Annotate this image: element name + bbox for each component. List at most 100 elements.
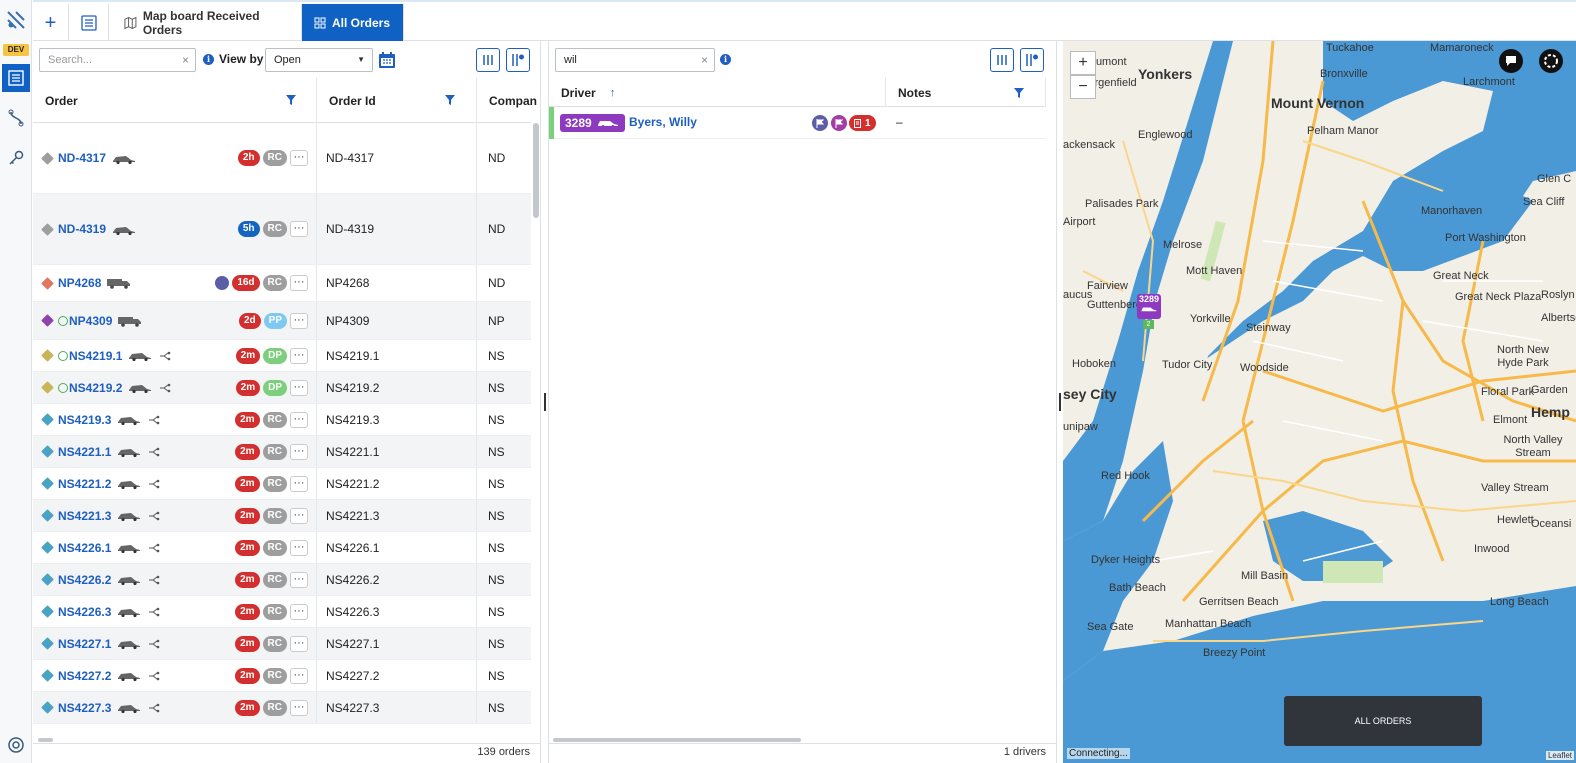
order-link[interactable]: NS4219.2 xyxy=(69,381,122,395)
more-actions-button[interactable]: ··· xyxy=(290,150,308,166)
tab-all-orders[interactable]: All Orders xyxy=(302,4,404,41)
map-place-label: Guttenberg xyxy=(1087,299,1143,311)
table-row[interactable]: NS4219.2 2m DP ··· NS4219.2 NS xyxy=(33,372,531,404)
order-link[interactable]: NS4226.2 xyxy=(58,573,111,587)
key-icon[interactable] xyxy=(4,146,28,170)
columns-button[interactable] xyxy=(476,48,500,72)
map-view[interactable]: Tuckahoe Mamaroneck Dumont Yonkers Bronxvill… xyxy=(1063,41,1576,763)
columns-button[interactable] xyxy=(990,48,1014,72)
driver-name[interactable]: Byers, Willy xyxy=(629,115,697,129)
table-row[interactable]: NS4226.1 2m RC ··· NS4226.1 NS xyxy=(33,532,531,564)
more-actions-button[interactable]: ··· xyxy=(290,667,308,684)
vertical-scrollbar[interactable] xyxy=(533,123,539,218)
table-row[interactable]: NS4221.1 2m RC ··· NS4221.1 NS xyxy=(33,436,531,468)
order-link[interactable]: NS4221.2 xyxy=(58,477,111,491)
order-link[interactable]: NS4227.1 xyxy=(58,637,111,651)
clear-search-icon[interactable]: × xyxy=(182,49,189,71)
add-button[interactable]: + xyxy=(33,4,69,41)
more-actions-button[interactable]: ··· xyxy=(290,635,308,652)
more-actions-button[interactable]: ··· xyxy=(290,699,308,716)
table-row[interactable]: NS4226.3 2m RC ··· NS4226.3 NS xyxy=(33,596,531,628)
more-actions-button[interactable]: ··· xyxy=(290,571,308,588)
more-actions-button[interactable]: ··· xyxy=(290,275,308,291)
order-link[interactable]: NS4221.1 xyxy=(58,445,111,459)
all-orders-button[interactable]: ALL ORDERS xyxy=(1284,696,1482,746)
table-row[interactable]: ND-4317 2h RC ··· ND-4317 ND xyxy=(33,123,531,194)
column-header-notes[interactable]: Notes xyxy=(886,78,1046,107)
table-row[interactable]: NP4268 16d RC ··· NP4268 ND xyxy=(33,265,531,302)
more-actions-button[interactable]: ··· xyxy=(290,539,308,556)
order-link[interactable]: NS4227.3 xyxy=(58,701,111,715)
view-by-select[interactable]: Open ▼ xyxy=(265,48,373,72)
help-lifebuoy-icon[interactable] xyxy=(4,733,28,757)
more-actions-button[interactable]: ··· xyxy=(290,221,308,237)
car-icon xyxy=(118,641,141,649)
table-row[interactable]: NS4227.1 2m RC ··· NS4227.1 NS xyxy=(33,628,531,660)
column-settings-button[interactable] xyxy=(506,48,530,72)
column-header-driver[interactable]: Driver ↑ xyxy=(549,78,886,107)
route-icon[interactable] xyxy=(4,106,28,130)
chat-button[interactable] xyxy=(1499,49,1523,73)
clear-search-icon[interactable]: × xyxy=(701,49,708,71)
table-row[interactable]: NS4227.3 2m RC ··· NS4227.3 NS xyxy=(33,692,531,724)
table-row[interactable]: ND-4319 5h RC ··· ND-4319 ND xyxy=(33,194,531,265)
filter-icon[interactable] xyxy=(1014,88,1024,98)
table-row[interactable]: NS4221.2 2m RC ··· NS4221.2 NS xyxy=(33,468,531,500)
panel-resize-handle[interactable] xyxy=(1059,393,1061,411)
order-link[interactable]: ND-4317 xyxy=(58,151,106,165)
driver-row[interactable]: 3289 Byers, Willy 1 – xyxy=(549,107,1046,139)
more-actions-button[interactable]: ··· xyxy=(290,443,308,460)
order-link[interactable]: NS4219.1 xyxy=(69,349,122,363)
chat-icon xyxy=(1506,56,1516,66)
tab-map-board-received-orders[interactable]: Map board Received Orders xyxy=(112,4,302,41)
more-actions-button[interactable]: ··· xyxy=(290,312,308,329)
more-actions-button[interactable]: ··· xyxy=(290,411,308,428)
table-row[interactable]: NS4226.2 2m RC ··· NS4226.2 NS xyxy=(33,564,531,596)
more-actions-button[interactable]: ··· xyxy=(290,347,308,364)
order-link[interactable]: NP4268 xyxy=(58,276,101,290)
table-row[interactable]: NS4219.1 2m DP ··· NS4219.1 NS xyxy=(33,340,531,372)
order-cell: NS4221.2 2m RC ··· xyxy=(33,468,317,499)
column-header-order-id[interactable]: Order Id xyxy=(317,78,477,123)
horizontal-scrollbar[interactable] xyxy=(553,738,801,742)
info-icon[interactable]: i xyxy=(720,54,731,65)
orders-list-icon[interactable] xyxy=(2,64,30,92)
column-settings-button[interactable] xyxy=(1020,48,1044,72)
calendar-button[interactable] xyxy=(375,48,399,72)
more-actions-button[interactable]: ··· xyxy=(290,603,308,620)
more-actions-button[interactable]: ··· xyxy=(290,507,308,524)
app-logo-icon[interactable] xyxy=(4,8,28,32)
more-actions-button[interactable]: ··· xyxy=(290,475,308,492)
table-row[interactable]: NP4309 2d PP ··· NP4309 NP xyxy=(33,302,531,340)
table-row[interactable]: NS4219.3 2m RC ··· NS4219.3 NS xyxy=(33,404,531,436)
driver-status-strip xyxy=(549,107,554,139)
settings-button[interactable] xyxy=(1539,49,1563,73)
status-badge: RC xyxy=(262,571,287,588)
zoom-in-button[interactable]: + xyxy=(1070,51,1096,75)
horizontal-scrollbar[interactable] xyxy=(38,738,53,742)
order-link[interactable]: NS4226.3 xyxy=(58,605,111,619)
order-link[interactable]: NP4309 xyxy=(69,314,112,328)
map-attribution[interactable]: Leaflet xyxy=(1545,751,1574,760)
table-row[interactable]: NS4227.2 2m RC ··· NS4227.2 NS xyxy=(33,660,531,692)
panel-resize-handle[interactable] xyxy=(544,393,546,411)
order-link[interactable]: NS4221.3 xyxy=(58,509,111,523)
column-header-company[interactable]: Compan xyxy=(477,78,537,123)
info-icon[interactable]: i xyxy=(203,54,214,65)
order-link[interactable]: NS4219.3 xyxy=(58,413,111,427)
order-link[interactable]: ND-4319 xyxy=(58,222,106,236)
table-row[interactable]: NS4221.3 2m RC ··· NS4221.3 NS xyxy=(33,500,531,532)
order-link[interactable]: NS4227.2 xyxy=(58,669,111,683)
more-actions-button[interactable]: ··· xyxy=(290,379,308,396)
order-link[interactable]: NS4226.1 xyxy=(58,541,111,555)
status-badge: RC xyxy=(262,699,287,716)
filter-icon[interactable] xyxy=(445,95,455,105)
orders-search-input[interactable]: Search... × xyxy=(39,48,196,72)
sort-ascending-icon[interactable]: ↑ xyxy=(610,87,616,99)
filter-icon[interactable] xyxy=(286,95,296,105)
drivers-search-input[interactable]: wil × xyxy=(555,48,715,72)
list-view-button[interactable] xyxy=(69,4,109,41)
zoom-out-button[interactable]: − xyxy=(1070,75,1096,99)
column-header-order[interactable]: Order xyxy=(33,78,317,123)
driver-map-marker[interactable]: 3289 xyxy=(1137,294,1161,319)
